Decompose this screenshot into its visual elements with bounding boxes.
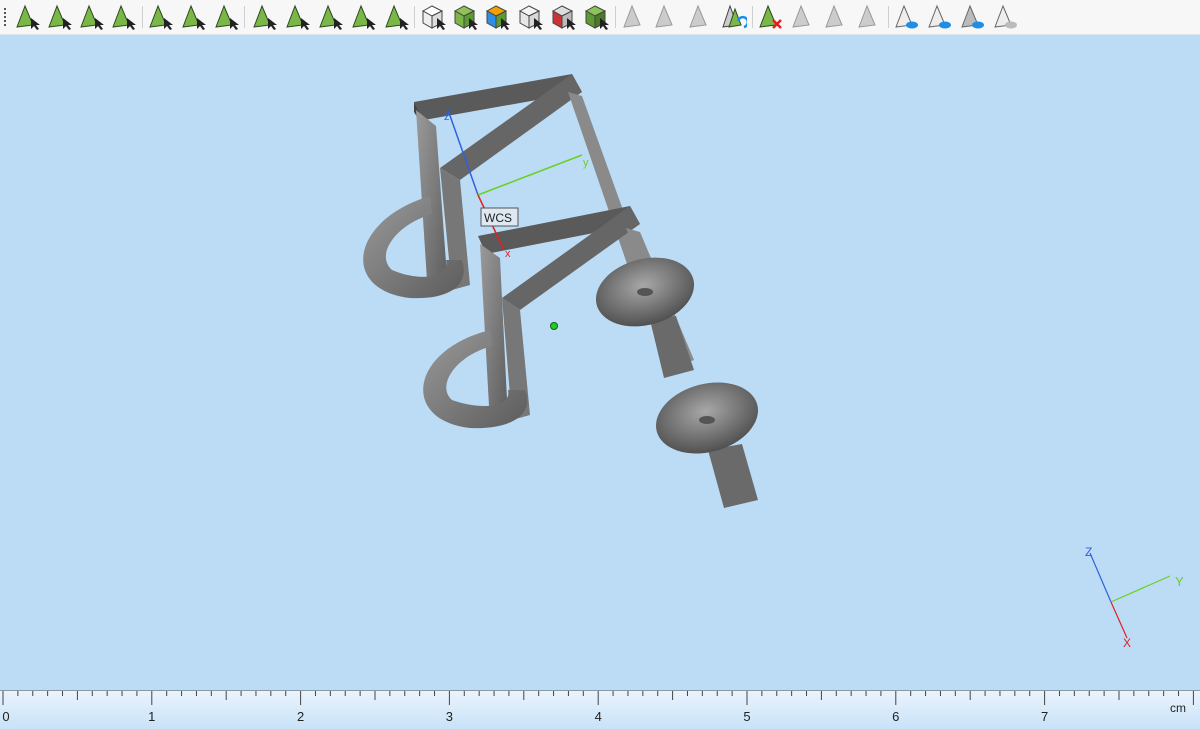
orientation-triad: Z Y X — [1085, 545, 1184, 650]
select-mesh-face-icon — [253, 4, 277, 30]
ruler-label: 4 — [594, 709, 602, 724]
select-star-mesh-button[interactable] — [316, 3, 344, 31]
pick-arrow-icon — [689, 4, 707, 28]
toolbar-separator — [752, 6, 753, 28]
ruler-label: 0 — [2, 709, 10, 724]
plane-selection-icon — [858, 4, 876, 28]
plane-selection-button[interactable] — [855, 3, 883, 31]
ruler-label: 6 — [892, 709, 900, 724]
toolbar-separator — [414, 6, 415, 28]
select-star-mesh-icon — [319, 4, 343, 30]
select-face-icon — [112, 4, 136, 30]
dashed-selection-button[interactable] — [789, 3, 817, 31]
show-icon — [895, 4, 918, 29]
select-shell-button[interactable] — [451, 3, 479, 31]
ruler-label: 3 — [445, 709, 454, 724]
show-button[interactable] — [892, 3, 920, 31]
show-refresh-button[interactable] — [925, 3, 953, 31]
select-rect-face-button[interactable] — [146, 3, 174, 31]
select-curve-icon — [80, 4, 104, 30]
rotation-center-icon — [550, 322, 558, 330]
triad-x-label: X — [1123, 636, 1131, 650]
hide-icon — [994, 4, 1017, 29]
refresh-selection-button[interactable] — [719, 3, 747, 31]
toolbar-separator — [888, 6, 889, 28]
select-group-button[interactable] — [582, 3, 610, 31]
select-edge-icon — [48, 4, 72, 30]
dashed-selection-icon — [792, 4, 810, 28]
select-partial-mesh-button[interactable] — [283, 3, 311, 31]
show-only-button[interactable] — [958, 3, 986, 31]
pick-multi-button[interactable] — [652, 3, 680, 31]
pick-point-button[interactable] — [620, 3, 648, 31]
select-vertex-icon — [16, 4, 40, 30]
select-mesh-face-button[interactable] — [250, 3, 278, 31]
select-wire-icon — [215, 4, 239, 30]
toolbar-grip[interactable] — [4, 8, 6, 28]
triad-z-label: Z — [1085, 545, 1092, 559]
select-inner-solid-button[interactable] — [549, 3, 577, 31]
select-hidden-solid-button[interactable] — [516, 3, 544, 31]
wcs-y-label: y — [583, 157, 589, 169]
model-scene: z y x WCS Z Y X — [363, 74, 1184, 650]
pick-multi-icon — [655, 4, 673, 28]
select-group-icon — [584, 5, 609, 30]
ruler-label: 2 — [296, 709, 305, 724]
select-shell-icon — [453, 5, 478, 30]
select-rect-face-icon — [149, 4, 173, 30]
select-partial-mesh-icon — [286, 4, 310, 30]
select-wheel-icon — [352, 4, 376, 30]
select-compound-button[interactable] — [483, 3, 511, 31]
select-edge-button[interactable] — [45, 3, 73, 31]
music-note-model[interactable] — [363, 74, 766, 508]
select-wheel-button[interactable] — [349, 3, 377, 31]
clear-selection-button[interactable] — [756, 3, 784, 31]
ruler-label: 1 — [148, 709, 156, 724]
select-solid-button[interactable] — [419, 3, 447, 31]
select-solid-icon — [421, 5, 446, 30]
ruler-ticks — [2, 691, 1194, 705]
toolbar-separator — [244, 6, 245, 28]
3d-viewport[interactable]: z y x WCS Z Y X — [0, 35, 1200, 690]
refresh-selection-icon — [722, 4, 747, 29]
clear-selection-icon — [759, 4, 782, 29]
copy-selection-icon — [825, 4, 843, 28]
show-only-icon — [961, 4, 984, 29]
pick-arrow-button[interactable] — [686, 3, 714, 31]
select-blob-icon — [182, 4, 206, 30]
pick-point-icon — [623, 4, 641, 28]
triad-y-label: Y — [1175, 574, 1184, 589]
select-wire-button[interactable] — [212, 3, 240, 31]
select-curve-button[interactable] — [77, 3, 105, 31]
wcs-x-label: x — [505, 248, 511, 260]
select-fan-button[interactable] — [382, 3, 410, 31]
select-blob-button[interactable] — [179, 3, 207, 31]
select-face-button[interactable] — [109, 3, 137, 31]
select-hidden-solid-icon — [518, 5, 543, 30]
scale-ruler: cm 0 1 2 3 4 5 6 7 — [0, 690, 1200, 729]
ruler-label: 5 — [743, 709, 751, 724]
wcs-label: WCS — [484, 211, 512, 225]
ruler-label: 7 — [1040, 709, 1049, 724]
wcs-z-label: z — [444, 111, 450, 123]
ruler-unit: cm — [1170, 701, 1186, 715]
toolbar-separator — [615, 6, 616, 28]
copy-selection-button[interactable] — [822, 3, 850, 31]
toolbar-separator — [142, 6, 143, 28]
selection-toolbar — [0, 0, 1200, 35]
show-refresh-icon — [928, 4, 951, 29]
select-fan-icon — [385, 4, 409, 30]
select-inner-solid-icon — [551, 5, 576, 30]
select-compound-icon — [485, 5, 510, 30]
hide-button[interactable] — [991, 3, 1019, 31]
select-vertex-button[interactable] — [13, 3, 41, 31]
